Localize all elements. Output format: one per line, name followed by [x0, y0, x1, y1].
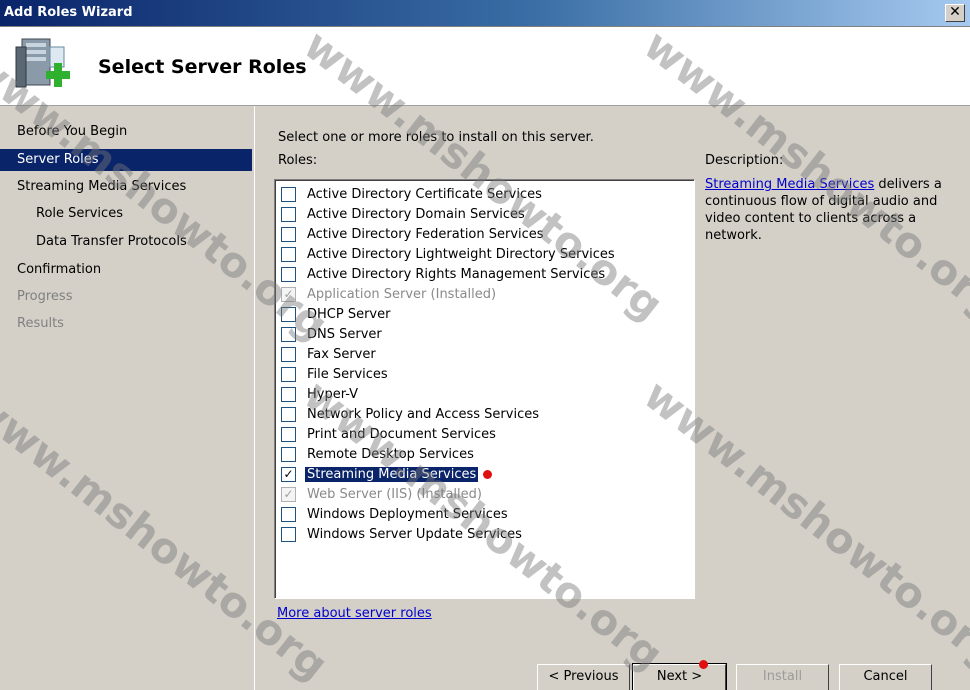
next-button[interactable]: Next > — [632, 663, 727, 690]
role-checkbox[interactable]: ✓ — [281, 466, 296, 482]
role-checkbox[interactable] — [281, 366, 296, 382]
roles-label: Roles: — [278, 153, 318, 168]
step-streaming-media-services[interactable]: Streaming Media Services — [0, 176, 252, 198]
role-label: Print and Document Services — [307, 426, 496, 442]
close-button[interactable]: ✕ — [945, 4, 965, 22]
role-label: DHCP Server — [307, 306, 391, 322]
role-item[interactable]: Windows Deployment Services — [281, 504, 510, 524]
wizard-steps-sidebar: Before You Begin Server Roles Streaming … — [0, 106, 255, 690]
step-confirmation[interactable]: Confirmation — [0, 259, 252, 281]
role-item[interactable]: Active Directory Rights Management Servi… — [281, 264, 607, 284]
annotation-dot — [483, 469, 493, 479]
more-about-roles-link[interactable]: More about server roles — [277, 606, 432, 621]
role-item[interactable]: ✓ Web Server (IIS) (Installed) — [281, 484, 484, 504]
role-label: Application Server (Installed) — [307, 286, 497, 302]
role-item[interactable]: DHCP Server — [281, 304, 392, 324]
role-checkbox: ✓ — [281, 286, 296, 302]
role-item[interactable]: Active Directory Lightweight Directory S… — [281, 244, 617, 264]
description-label: Description: — [705, 153, 784, 168]
annotation-dot — [699, 660, 708, 669]
role-item[interactable]: Remote Desktop Services — [281, 444, 476, 464]
role-item[interactable]: Network Policy and Access Services — [281, 404, 541, 424]
description-link[interactable]: Streaming Media Services — [705, 177, 874, 192]
role-checkbox[interactable] — [281, 266, 296, 282]
install-button[interactable]: Install — [736, 664, 829, 690]
role-label: Remote Desktop Services — [307, 446, 474, 462]
step-progress: Progress — [17, 289, 73, 304]
role-label: Active Directory Federation Services — [307, 226, 544, 242]
role-label: Hyper-V — [307, 386, 359, 402]
role-checkbox: ✓ — [281, 486, 296, 502]
role-item[interactable]: ✓ Streaming Media Services — [281, 464, 493, 484]
role-checkbox[interactable] — [281, 346, 296, 362]
role-item[interactable]: DNS Server — [281, 324, 384, 344]
role-item[interactable]: Active Directory Certificate Services — [281, 184, 544, 204]
role-label: Active Directory Certificate Services — [307, 186, 542, 202]
step-before-you-begin[interactable]: Before You Begin — [0, 121, 252, 143]
role-label: Active Directory Domain Services — [307, 206, 525, 222]
cancel-button[interactable]: Cancel — [839, 664, 932, 690]
role-item[interactable]: Fax Server — [281, 344, 378, 364]
step-results: Results — [17, 316, 64, 331]
role-label: Active Directory Rights Management Servi… — [307, 266, 606, 282]
role-checkbox[interactable] — [281, 206, 296, 222]
role-label: Network Policy and Access Services — [307, 406, 539, 422]
role-item[interactable]: Active Directory Domain Services — [281, 204, 527, 224]
role-checkbox[interactable] — [281, 526, 296, 542]
role-item[interactable]: Print and Document Services — [281, 424, 498, 444]
role-label: Windows Deployment Services — [307, 506, 508, 522]
role-item[interactable]: File Services — [281, 364, 390, 384]
role-label: Streaming Media Services — [305, 466, 479, 482]
step-data-transfer-protocols[interactable]: Data Transfer Protocols — [0, 231, 252, 253]
role-label: Web Server (IIS) (Installed) — [307, 486, 482, 502]
role-label: Fax Server — [307, 346, 376, 362]
description-text: Streaming Media Services delivers a cont… — [705, 176, 945, 244]
role-label: Windows Server Update Services — [307, 526, 522, 542]
close-icon: ✕ — [949, 4, 961, 20]
page-title: Select Server Roles — [98, 56, 307, 78]
title-bar: Add Roles Wizard ✕ — [0, 0, 970, 27]
role-item[interactable]: Windows Server Update Services — [281, 524, 524, 544]
main-panel: Select one or more roles to install on t… — [256, 106, 970, 690]
role-checkbox[interactable] — [281, 426, 296, 442]
role-checkbox[interactable] — [281, 226, 296, 242]
wizard-header: Select Server Roles — [0, 27, 970, 106]
previous-button[interactable]: < Previous — [537, 664, 630, 690]
role-checkbox[interactable] — [281, 186, 296, 202]
role-checkbox[interactable] — [281, 446, 296, 462]
role-checkbox[interactable] — [281, 386, 296, 402]
role-label: DNS Server — [307, 326, 382, 342]
role-label: File Services — [307, 366, 388, 382]
window-title: Add Roles Wizard — [4, 5, 133, 20]
role-label: Active Directory Lightweight Directory S… — [307, 246, 615, 262]
roles-list[interactable]: Active Directory Certificate Services Act… — [274, 179, 695, 599]
role-checkbox[interactable] — [281, 306, 296, 322]
role-checkbox[interactable] — [281, 406, 296, 422]
role-item[interactable]: Hyper-V — [281, 384, 360, 404]
role-checkbox[interactable] — [281, 246, 296, 262]
role-item[interactable]: Active Directory Federation Services — [281, 224, 546, 244]
role-item[interactable]: ✓ Application Server (Installed) — [281, 284, 498, 304]
step-role-services[interactable]: Role Services — [0, 203, 252, 225]
server-add-icon — [15, 38, 70, 88]
role-checkbox[interactable] — [281, 506, 296, 522]
instruction-text: Select one or more roles to install on t… — [278, 130, 594, 145]
step-server-roles[interactable]: Server Roles — [0, 149, 252, 171]
role-checkbox[interactable] — [281, 326, 296, 342]
